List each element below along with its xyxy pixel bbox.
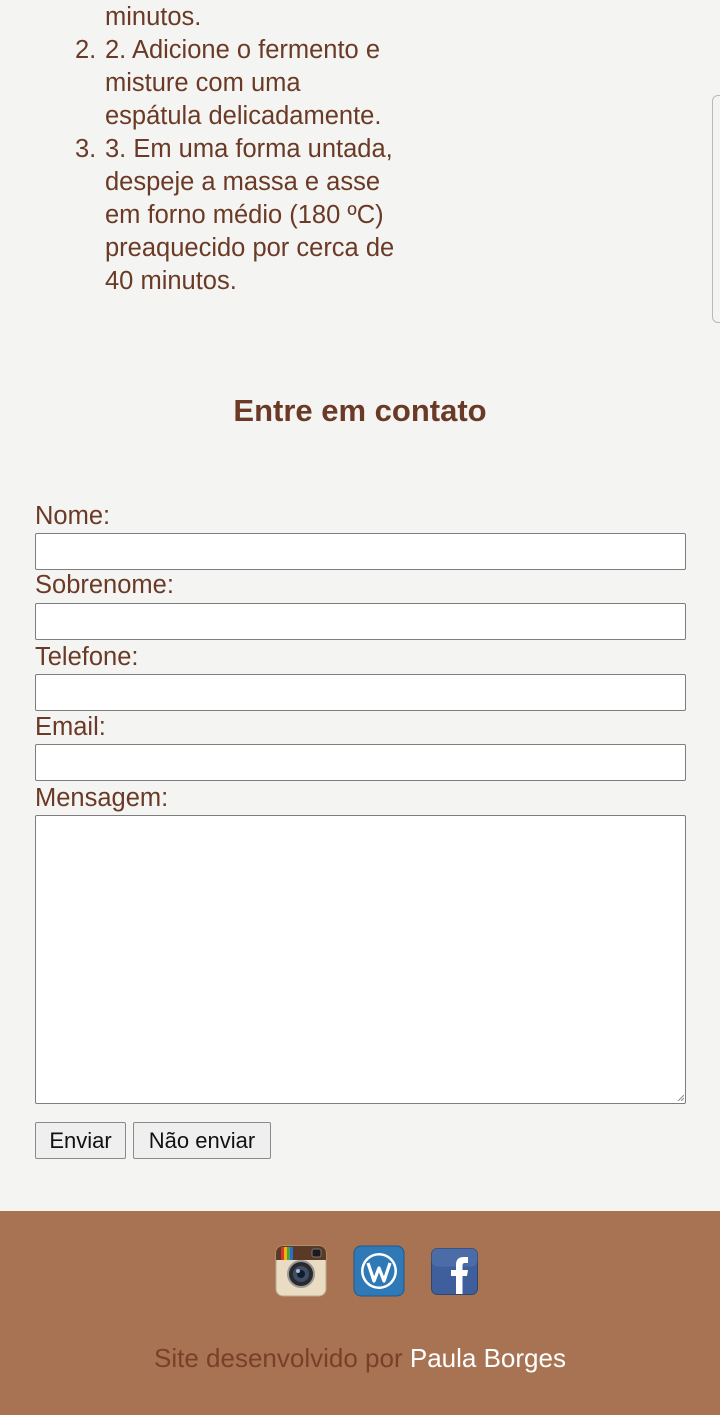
step-3-line-2: despeje a massa e asse [105,168,380,196]
step-3-line-1: 3. Em uma forma untada, [105,135,393,163]
wordpress-icon[interactable] [353,1245,405,1297]
credit-prefix: Site desenvolvido por [154,1343,403,1373]
sobrenome-input[interactable] [35,603,686,640]
mensagem-label: Mensagem: [35,784,169,812]
step-2-marker: 2. [75,36,97,64]
telefone-label: Telefone: [35,643,139,671]
nome-label: Nome: [35,502,111,530]
step-3-line-5: 40 minutos. [105,267,237,295]
step-2-line-2: misture com uma [105,69,301,97]
step-3-line-4: preaquecido por cerca de [105,234,395,262]
step-3-line-3: em forno médio (180 ºC) [105,201,384,229]
site-footer: Site desenvolvido por Paula Borges [0,1211,720,1415]
step-1-tail: minutos. [105,3,202,31]
telefone-input[interactable] [35,674,686,711]
mensagem-textarea[interactable] [35,815,686,1104]
contact-title: Entre em contato [233,393,487,428]
scroll-container-edge[interactable] [712,95,720,323]
step-3-marker: 3. [75,135,97,163]
page: minutos. 2. 2. Adicione o fermento e mis… [0,0,720,1415]
credit-author-link[interactable]: Paula Borges [410,1343,566,1373]
email-label: Email: [35,713,106,741]
email-input[interactable] [35,744,686,781]
cancel-button[interactable]: Não enviar [133,1122,271,1159]
nome-input[interactable] [35,533,686,570]
sobrenome-label: Sobrenome: [35,571,174,599]
send-button[interactable]: Enviar [35,1122,126,1159]
footer-credit: Site desenvolvido por Paula Borges [0,1343,720,1374]
resize-grip-icon[interactable] [677,1094,684,1101]
step-2-line-1: 2. Adicione o fermento e [105,36,381,64]
step-2-line-3: espátula delicadamente. [105,102,382,130]
facebook-icon[interactable] [431,1248,478,1295]
instagram-icon[interactable] [275,1245,327,1297]
